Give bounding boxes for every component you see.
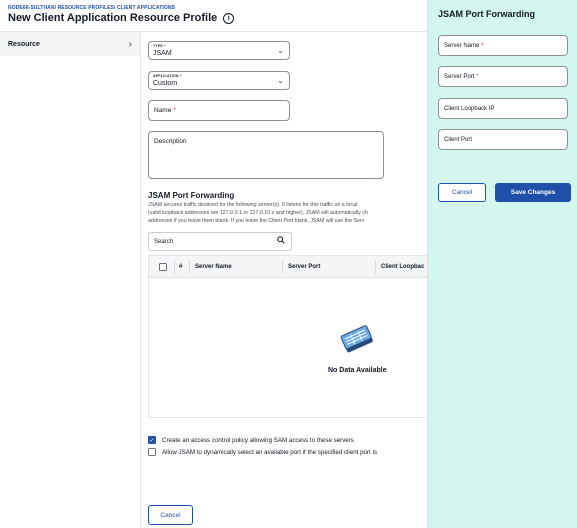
column-separator — [375, 260, 376, 274]
search-input[interactable]: Search — [148, 232, 292, 251]
page-title: New Client Application Resource Profile … — [8, 12, 235, 24]
empty-state-icon — [337, 324, 377, 359]
required-mark: * — [481, 42, 484, 49]
client-loopback-ip-label: Client Loopback IP — [444, 105, 495, 112]
save-changes-button[interactable]: Save Changes — [495, 183, 571, 202]
chevron-right-icon: › — [128, 38, 132, 50]
panel-cancel-button[interactable]: Cancel — [438, 183, 486, 202]
create-policy-label: Create an access control policy allowing… — [162, 436, 354, 444]
dynamic-port-option[interactable]: Allow JSAM to dynamically select an avai… — [148, 448, 428, 456]
jsam-section-description: JSAM secures traffic destined for the fo… — [148, 201, 428, 225]
dynamic-port-checkbox[interactable] — [148, 448, 156, 456]
server-port-field[interactable]: Server Port * — [438, 66, 568, 87]
chevron-down-icon: ⌄ — [277, 46, 284, 55]
column-client-loopback[interactable]: Client Loopbac — [381, 256, 424, 278]
panel-title: JSAM Port Forwarding — [438, 9, 536, 19]
info-icon[interactable]: i — [223, 12, 235, 24]
jsam-desc-line: addresses if you leave them blank. If yo… — [148, 218, 365, 224]
description-label: Description — [154, 138, 187, 145]
type-caption: TYPE * — [153, 44, 166, 48]
name-field[interactable]: Name * — [148, 100, 290, 121]
table-header: # Server Name Server Port Client Loopbac — [149, 256, 428, 278]
description-field[interactable]: Description — [148, 131, 384, 179]
select-all-checkbox[interactable] — [159, 256, 167, 278]
jsam-port-forwarding-panel: JSAM Port Forwarding Server Name * Server… — [427, 0, 577, 528]
name-label: Name — [154, 107, 172, 114]
dynamic-port-label: Allow JSAM to dynamically select an avai… — [162, 448, 377, 456]
server-name-label: Server Name — [444, 42, 480, 49]
client-port-label: Client Port — [444, 136, 473, 143]
client-port-field[interactable]: Client Port — [438, 129, 568, 150]
nav-item-resource[interactable]: Resource › — [0, 32, 140, 56]
column-separator — [189, 260, 190, 274]
type-value: JSAM — [153, 50, 172, 57]
column-server-name[interactable]: Server Name — [195, 256, 232, 278]
nav-item-label: Resource — [8, 40, 40, 48]
jsam-section-title: JSAM Port Forwarding — [148, 191, 235, 200]
divider — [141, 31, 427, 32]
jsam-desc-line: (valid loopback addresses are 127.0.0.1 … — [148, 210, 368, 216]
chevron-down-icon: ⌄ — [277, 76, 284, 85]
required-mark: * — [173, 107, 176, 114]
empty-state-text: No Data Available — [328, 367, 387, 374]
column-separator — [282, 260, 283, 274]
type-select[interactable]: TYPE * JSAM ⌄ — [148, 41, 290, 60]
create-policy-checkbox[interactable]: ✓ — [148, 436, 156, 444]
server-name-field[interactable]: Server Name * — [438, 35, 568, 56]
application-value: Custom — [153, 80, 178, 87]
search-icon[interactable] — [277, 236, 285, 246]
client-loopback-ip-field[interactable]: Client Loopback IP — [438, 98, 568, 119]
left-nav: Resource › — [0, 31, 141, 528]
application-select[interactable]: APPLICATION * Custom ⌄ — [148, 71, 290, 90]
application-caption: APPLICATION * — [153, 74, 182, 78]
cancel-button[interactable]: Cancel — [148, 505, 193, 525]
jsam-desc-line: JSAM secures traffic destined for the fo… — [148, 202, 358, 208]
create-policy-option[interactable]: ✓ Create an access control policy allowi… — [148, 436, 428, 444]
port-forwarding-table: # Server Name Server Port Client Loopbac… — [148, 255, 428, 418]
page-title-text: New Client Application Resource Profile — [8, 12, 218, 24]
column-index[interactable]: # — [179, 256, 182, 278]
search-placeholder: Search — [154, 238, 174, 245]
column-separator — [174, 260, 175, 274]
server-port-label: Server Port — [444, 73, 475, 80]
required-mark: * — [476, 73, 479, 80]
breadcrumb[interactable]: NODE66-SULTHAN/ RESOURCE PROFILES/ CLIEN… — [8, 5, 175, 11]
column-server-port[interactable]: Server Port — [288, 256, 320, 278]
